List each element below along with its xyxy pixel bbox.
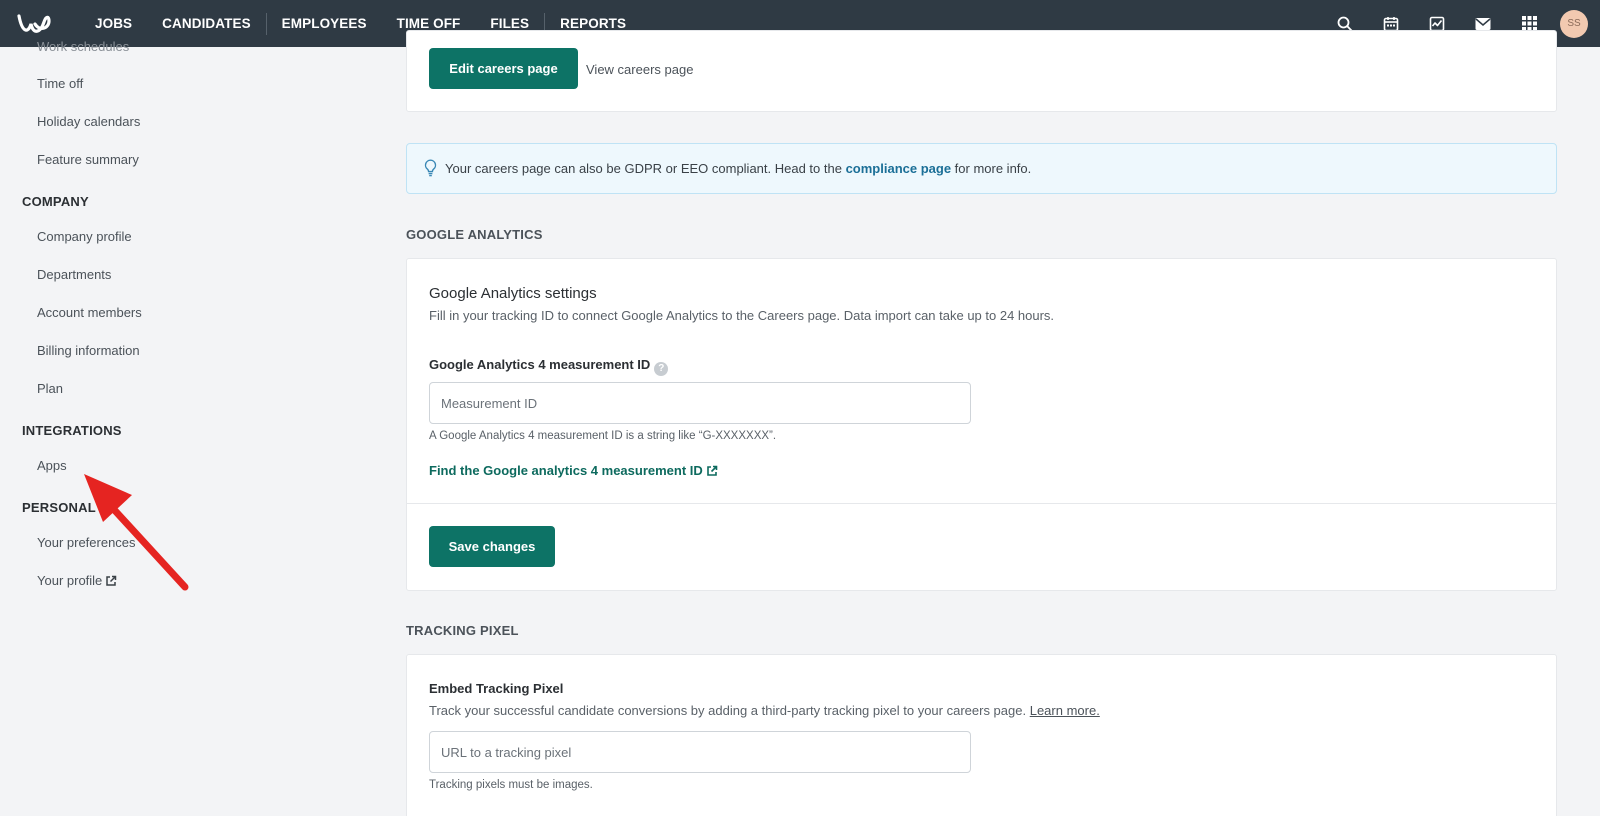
learn-more-link[interactable]: Learn more. — [1030, 703, 1100, 718]
google-analytics-card-subtitle: Fill in your tracking ID to connect Goog… — [429, 308, 1055, 323]
sidebar-heading-integrations: INTEGRATIONS — [22, 423, 122, 438]
tracking-pixel-subtitle-text: Track your successful candidate conversi… — [429, 703, 1030, 718]
sidebar-item-your-profile[interactable]: Your profile — [37, 573, 117, 590]
save-changes-button[interactable]: Save changes — [429, 526, 555, 567]
tracking-pixel-hint: Tracking pixels must be images. — [429, 779, 593, 791]
tracking-pixel-section-title: TRACKING PIXEL — [406, 623, 519, 638]
external-link-icon — [105, 575, 117, 590]
sidebar-heading-company: COMPANY — [22, 194, 89, 209]
measurement-id-hint: A Google Analytics 4 measurement ID is a… — [429, 430, 777, 442]
sidebar-item-apps[interactable]: Apps — [37, 458, 67, 473]
view-careers-page-link[interactable]: View careers page — [586, 62, 693, 77]
help-icon[interactable]: ? — [654, 362, 669, 376]
sidebar-item-departments[interactable]: Departments — [37, 267, 111, 282]
google-analytics-card-title: Google Analytics settings — [429, 285, 597, 302]
sidebar-item-feature-summary[interactable]: Feature summary — [37, 152, 139, 167]
external-link-icon — [706, 465, 718, 480]
avatar[interactable]: SS — [1560, 9, 1588, 38]
info-text-after: for more info. — [951, 161, 1032, 176]
sidebar-item-your-preferences[interactable]: Your preferences — [37, 535, 136, 550]
settings-sidebar: Work schedules Time off Holiday calendar… — [0, 39, 380, 816]
card-divider — [407, 503, 1556, 504]
sidebar-heading-personal: PERSONAL — [22, 500, 96, 515]
measurement-id-label: Google Analytics 4 measurement ID? — [429, 357, 669, 376]
nav-candidates[interactable]: CANDIDATES — [147, 0, 266, 47]
measurement-id-label-text: Google Analytics 4 measurement ID — [429, 357, 651, 372]
google-analytics-section-title: GOOGLE ANALYTICS — [406, 227, 543, 242]
google-analytics-card: Google Analytics settings Fill in your t… — [406, 258, 1557, 591]
tracking-pixel-card-title: Embed Tracking Pixel — [429, 681, 564, 696]
compliance-info-text: Your careers page can also be GDPR or EE… — [445, 161, 1031, 176]
lightbulb-icon — [424, 159, 437, 182]
sidebar-item-plan[interactable]: Plan — [37, 381, 63, 396]
sidebar-item-holiday-calendars[interactable]: Holiday calendars — [37, 114, 140, 129]
workable-logo-icon[interactable] — [16, 11, 52, 37]
sidebar-item-work-schedules[interactable]: Work schedules — [37, 39, 129, 54]
sidebar-item-company-profile[interactable]: Company profile — [37, 229, 132, 244]
edit-careers-page-button[interactable]: Edit careers page — [429, 48, 578, 89]
tracking-pixel-url-input[interactable] — [429, 731, 971, 773]
tracking-pixel-card: Embed Tracking Pixel Track your successf… — [406, 654, 1557, 816]
measurement-id-input[interactable] — [429, 382, 971, 424]
sidebar-item-time-off[interactable]: Time off — [37, 76, 83, 91]
sidebar-item-account-members[interactable]: Account members — [37, 305, 142, 320]
nav-employees[interactable]: EMPLOYEES — [267, 0, 382, 47]
compliance-page-link[interactable]: compliance page — [846, 161, 951, 176]
find-measurement-id-link[interactable]: Find the Google analytics 4 measurement … — [429, 463, 718, 480]
info-text-before: Your careers page can also be GDPR or EE… — [445, 161, 846, 176]
sidebar-item-billing-information[interactable]: Billing information — [37, 343, 140, 358]
sidebar-item-label: Your profile — [37, 573, 103, 588]
find-measurement-id-link-text: Find the Google analytics 4 measurement … — [429, 463, 703, 478]
compliance-info-banner: Your careers page can also be GDPR or EE… — [406, 143, 1557, 194]
tracking-pixel-card-subtitle: Track your successful candidate conversi… — [429, 703, 1100, 718]
careers-page-card: Edit careers page View careers page — [406, 30, 1557, 112]
